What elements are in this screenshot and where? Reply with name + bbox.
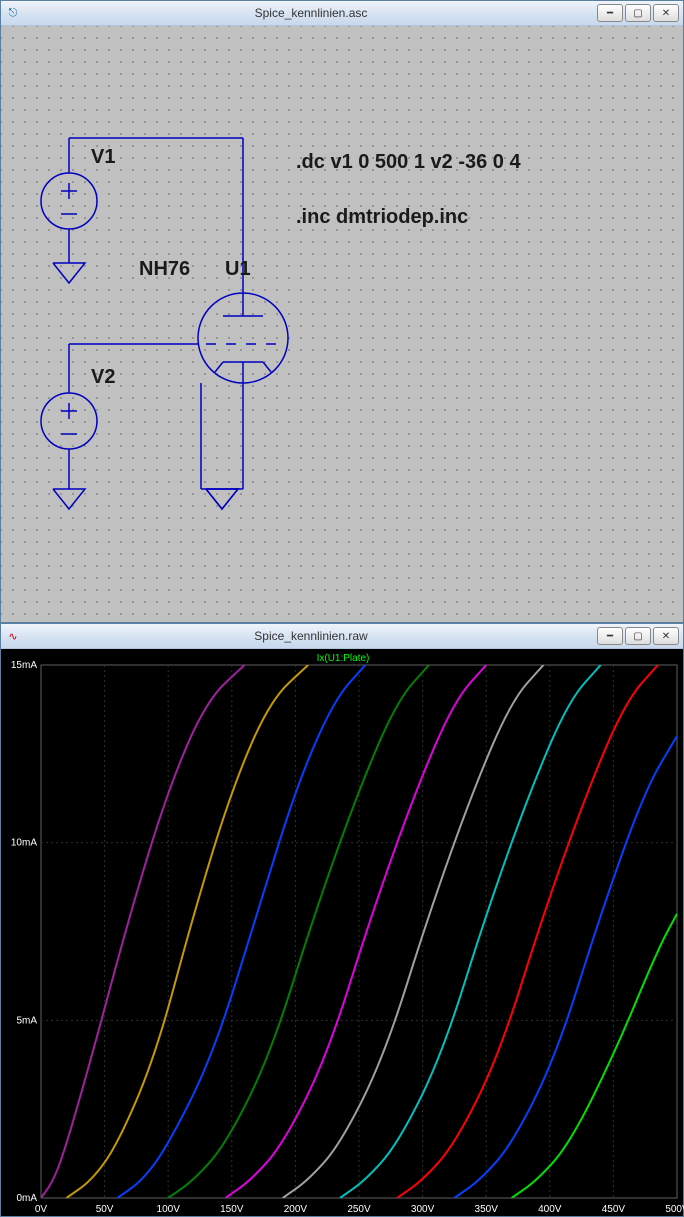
plot-titlebar[interactable]: ∿ Spice_kennlinien.raw ━ ▢ ✕ — [1, 624, 683, 649]
svg-text:300V: 300V — [411, 1204, 435, 1215]
minimize-button[interactable]: ━ — [597, 627, 623, 645]
svg-text:10mA: 10mA — [11, 838, 37, 849]
svg-text:Ix(U1:Plate): Ix(U1:Plate) — [317, 653, 370, 664]
schematic-window: ⎋ Spice_kennlinien.asc ━ ▢ ✕ — [0, 0, 684, 623]
maximize-button[interactable]: ▢ — [625, 627, 651, 645]
v1-label[interactable]: V1 — [91, 146, 115, 169]
inc-directive[interactable]: .inc dmtriodep.inc — [296, 206, 468, 229]
plot-window-buttons: ━ ▢ ✕ — [597, 627, 679, 645]
svg-text:200V: 200V — [284, 1204, 308, 1215]
ltspice-schematic-icon: ⎋ — [5, 5, 21, 21]
svg-text:500V: 500V — [665, 1204, 684, 1215]
svg-text:100V: 100V — [157, 1204, 181, 1215]
tube-model-label[interactable]: NH76 — [139, 258, 190, 281]
waveform-viewer[interactable]: 0V 50V 100V 150V 200V 250V 300V 350V 400V 450V 500… — [1, 649, 683, 1216]
schematic-title: Spice_kennlinien.asc — [25, 6, 597, 20]
svg-text:15mA: 15mA — [11, 660, 37, 671]
minimize-button[interactable]: ━ — [597, 4, 623, 22]
svg-text:450V: 450V — [602, 1204, 626, 1215]
svg-text:150V: 150V — [220, 1204, 244, 1215]
ltspice-waveform-icon: ∿ — [5, 628, 21, 644]
svg-text:0mA: 0mA — [16, 1193, 37, 1204]
v2-label[interactable]: V2 — [91, 366, 115, 389]
plot-title: Spice_kennlinien.raw — [25, 629, 597, 643]
close-button[interactable]: ✕ — [653, 4, 679, 22]
dc-directive[interactable]: .dc v1 0 500 1 v2 -36 0 4 — [296, 151, 521, 174]
maximize-button[interactable]: ▢ — [625, 4, 651, 22]
svg-text:5mA: 5mA — [16, 1015, 37, 1026]
u1-label[interactable]: U1 — [225, 258, 251, 281]
svg-text:350V: 350V — [475, 1204, 499, 1215]
close-button[interactable]: ✕ — [653, 627, 679, 645]
svg-text:0V: 0V — [35, 1204, 48, 1215]
schematic-canvas[interactable]: V1 V2 NH76 U1 .dc v1 0 500 1 v2 -36 0 4 … — [1, 26, 683, 622]
svg-text:250V: 250V — [347, 1204, 371, 1215]
plot-window: ∿ Spice_kennlinien.raw ━ ▢ ✕ 0V 50V 100V 15… — [0, 623, 684, 1217]
svg-text:50V: 50V — [96, 1204, 114, 1215]
schematic-titlebar[interactable]: ⎋ Spice_kennlinien.asc ━ ▢ ✕ — [1, 1, 683, 26]
svg-text:400V: 400V — [538, 1204, 562, 1215]
window-buttons: ━ ▢ ✕ — [597, 4, 679, 22]
